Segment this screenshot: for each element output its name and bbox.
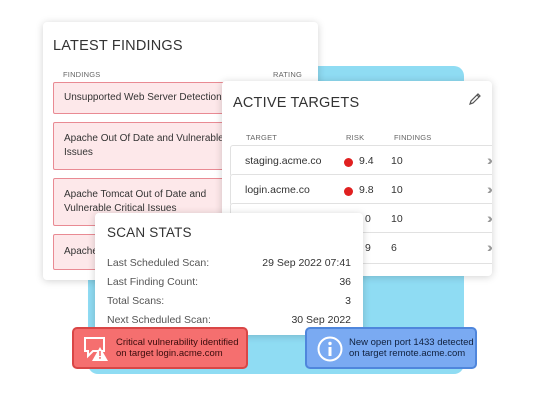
- target-column-header: TARGET: [246, 133, 278, 142]
- risk-value: 9: [365, 242, 371, 254]
- finding-label: Apache Out Of Date and Vulnerable Issues: [64, 133, 224, 158]
- critical-alert[interactable]: Critical vulnerability identified on tar…: [72, 327, 248, 369]
- critical-alert-text: Critical vulnerability identified on tar…: [116, 337, 239, 359]
- scan-stats-card: SCAN STATS Last Scheduled Scan: 29 Sep 2…: [95, 213, 363, 335]
- chevron-right-icon[interactable]: ›››: [487, 239, 492, 255]
- info-alert[interactable]: New open port 1433 detected on target re…: [305, 327, 477, 369]
- pencil-icon[interactable]: [468, 92, 482, 106]
- info-icon: [317, 336, 343, 362]
- target-row[interactable]: staging.acme.co 9.4 10 ›››: [230, 145, 492, 177]
- target-row[interactable]: login.acme.co 9.8 10 ›››: [230, 174, 492, 206]
- next-scheduled-scan-value: 30 Sep 2022: [291, 314, 351, 326]
- last-scheduled-scan-label: Last Scheduled Scan:: [107, 257, 210, 269]
- finding-label: Apache Tomcat Out of Date and Vulnerable…: [64, 189, 207, 214]
- last-finding-count-label: Last Finding Count:: [107, 276, 199, 288]
- risk-value: 0: [365, 213, 371, 225]
- finding-label: Apache: [64, 246, 98, 257]
- rating-column-header: RATING: [273, 70, 302, 79]
- risk-dot: [344, 187, 353, 196]
- finding-label: Unsupported Web Server Detection: [64, 92, 222, 103]
- next-scheduled-scan-label: Next Scheduled Scan:: [107, 314, 211, 326]
- latest-findings-title: LATEST FINDINGS: [53, 38, 183, 54]
- target-name: login.acme.co: [245, 184, 310, 196]
- findings-count: 6: [391, 242, 397, 254]
- chevron-right-icon[interactable]: ›››: [487, 152, 492, 168]
- last-finding-count-value: 36: [339, 276, 351, 288]
- findings-column-header: FINDINGS: [394, 133, 432, 142]
- risk-value: 9.4: [359, 155, 374, 167]
- chevron-right-icon[interactable]: ›››: [487, 181, 492, 197]
- findings-column-header: FINDINGS: [63, 70, 101, 79]
- total-scans-label: Total Scans:: [107, 295, 165, 307]
- active-targets-title: ACTIVE TARGETS: [233, 95, 360, 111]
- risk-value: 9.8: [359, 184, 374, 196]
- total-scans-value: 3: [345, 295, 351, 307]
- scan-stats-title: SCAN STATS: [107, 225, 192, 240]
- info-alert-text: New open port 1433 detected on target re…: [349, 337, 474, 359]
- risk-dot: [344, 158, 353, 167]
- warning-chat-icon: [82, 334, 110, 362]
- target-name: staging.acme.co: [245, 155, 322, 167]
- findings-count: 10: [391, 213, 403, 225]
- last-scheduled-scan-value: 29 Sep 2022 07:41: [262, 257, 351, 269]
- findings-count: 10: [391, 184, 403, 196]
- risk-column-header: RISK: [346, 133, 365, 142]
- findings-count: 10: [391, 155, 403, 167]
- chevron-right-icon[interactable]: ›››: [487, 210, 492, 226]
